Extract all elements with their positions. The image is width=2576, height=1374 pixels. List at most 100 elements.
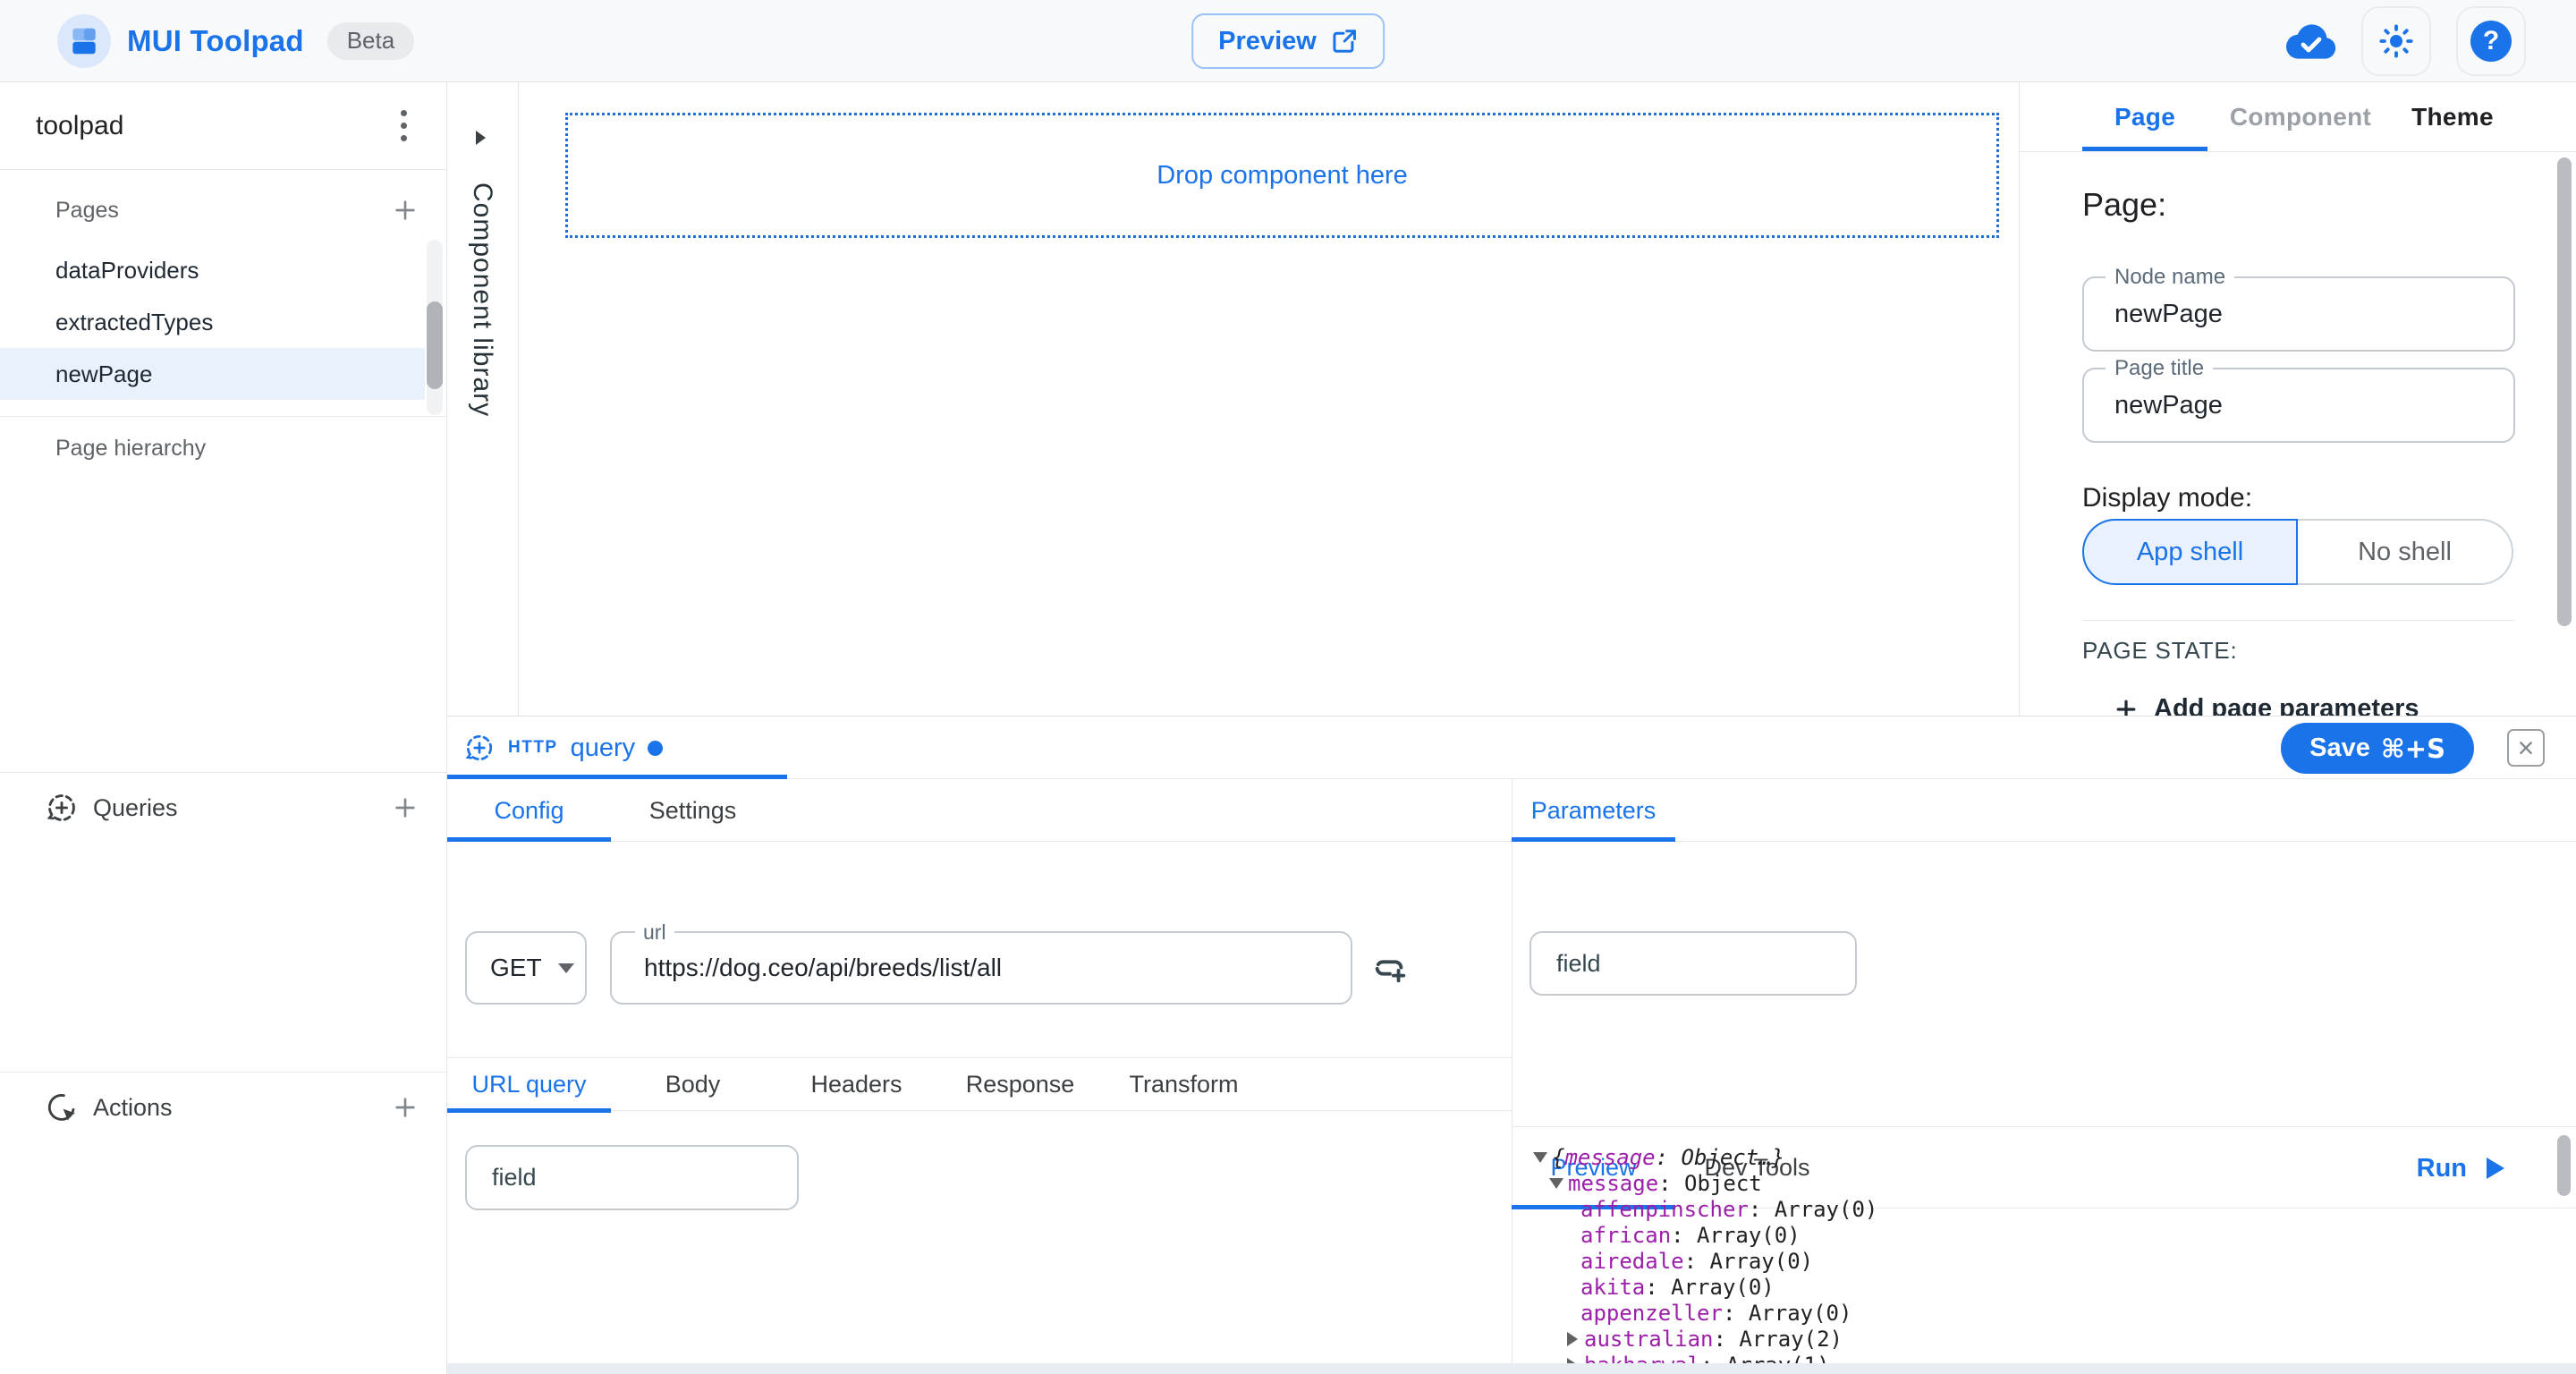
pages-scrollbar-thumb[interactable] <box>427 301 443 389</box>
preview-button[interactable]: Preview <box>1191 13 1385 69</box>
display-mode-toggle: App shell No shell <box>2082 519 2513 585</box>
http-query-icon <box>463 732 496 764</box>
active-parameters-tab-indicator <box>1512 837 1675 842</box>
tree-expanded-icon[interactable] <box>1529 1152 1552 1163</box>
url-field-value: https://dog.ceo/api/breeds/list/all <box>644 933 1002 1003</box>
json-tree-row[interactable]: airedale: Array(0) <box>1525 1248 2549 1274</box>
unsaved-indicator-dot <box>648 741 663 756</box>
tab-theme[interactable]: Theme <box>2399 103 2506 131</box>
json-tree-row[interactable]: appenzeller: Array(0) <box>1525 1300 2549 1326</box>
protocol-label: HTTP <box>508 738 558 758</box>
url-query-field-input[interactable]: field <box>465 1145 799 1210</box>
divider <box>0 772 446 773</box>
add-query-button[interactable] <box>386 788 425 827</box>
add-link-icon[interactable] <box>1368 947 1410 988</box>
url-query-field-value: field <box>492 1164 537 1192</box>
inspector-tab-bar: Page Component Theme <box>2020 82 2576 152</box>
inspector-scrollbar-thumb[interactable] <box>2557 157 2572 626</box>
tab-transform[interactable]: Transform <box>1102 1071 1266 1098</box>
project-row: toolpad <box>0 82 446 170</box>
url-field[interactable]: url https://dog.ceo/api/breeds/list/all <box>610 931 1352 1005</box>
json-tree-row[interactable]: australian: Array(2) <box>1525 1326 2549 1352</box>
preview-button-label: Preview <box>1218 27 1317 56</box>
json-tree-row[interactable]: {message: Object…} <box>1525 1144 2549 1170</box>
project-menu-button[interactable] <box>394 103 414 148</box>
tab-settings[interactable]: Settings <box>611 797 775 825</box>
json-tree-row[interactable]: message: Object <box>1525 1170 2549 1196</box>
query-tab[interactable]: HTTP query <box>447 717 690 779</box>
divider <box>0 416 446 417</box>
tab-parameters[interactable]: Parameters <box>1512 797 1675 825</box>
sidebar-item-extractedtypes[interactable]: extractedTypes <box>0 296 425 348</box>
app-shell-option[interactable]: App shell <box>2082 519 2298 585</box>
active-request-tab-indicator <box>447 1108 611 1113</box>
app-title: MUI Toolpad <box>127 24 304 58</box>
drop-target[interactable]: Drop component here <box>565 113 1999 238</box>
mui-toolpad-logo-icon <box>57 14 111 68</box>
request-tab-bar: URL query Body Headers Response Transfor… <box>447 1057 1512 1111</box>
tab-response[interactable]: Response <box>938 1071 1102 1098</box>
help-icon: ? <box>2470 21 2512 62</box>
actions-label: Actions <box>93 1094 173 1122</box>
page-canvas: Drop component here <box>520 82 2019 716</box>
query-config-column: Config Settings GET url https://dog.ceo/… <box>447 779 1512 1363</box>
tab-page[interactable]: Page <box>2082 103 2207 131</box>
json-tree-row[interactable]: african: Array(0) <box>1525 1222 2549 1248</box>
parameters-field-value: field <box>1556 950 1601 978</box>
active-tab-indicator <box>2082 147 2207 151</box>
tab-config[interactable]: Config <box>447 797 611 825</box>
sidebar-item-dataproviders[interactable]: dataProviders <box>0 244 425 296</box>
query-name: query <box>571 734 636 763</box>
node-name-field[interactable]: Node name newPage <box>2082 276 2515 352</box>
sidebar-item-newpage[interactable]: newPage <box>0 348 425 400</box>
explorer-sidebar: toolpad Pages dataProviders extractedTyp… <box>0 82 447 1374</box>
divider <box>2082 620 2515 621</box>
close-icon[interactable]: × <box>2507 729 2545 767</box>
http-method-value: GET <box>490 954 542 982</box>
component-library-strip[interactable]: Component library <box>447 82 519 716</box>
external-link-icon <box>1331 28 1358 55</box>
page-state-label: PAGE STATE: <box>2082 637 2238 665</box>
json-tree-row[interactable]: akita: Array(0) <box>1525 1274 2549 1300</box>
horizontal-scrollbar-track[interactable] <box>447 1363 2576 1374</box>
component-library-label: Component library <box>467 182 497 417</box>
page-heading: Page: <box>2082 186 2166 224</box>
help-button[interactable]: ? <box>2456 6 2526 76</box>
queries-icon <box>45 791 79 825</box>
tree-collapsed-icon[interactable] <box>1561 1332 1584 1346</box>
tab-url-query[interactable]: URL query <box>447 1071 611 1098</box>
json-result-tree: {message: Object…} message: Object affen… <box>1525 1144 2549 1374</box>
save-button[interactable]: Save ⌘+S <box>2281 723 2474 774</box>
theme-toggle-button[interactable] <box>2361 6 2431 76</box>
tab-headers[interactable]: Headers <box>775 1071 938 1098</box>
actions-icon <box>45 1090 79 1124</box>
inspector-panel: Page Component Theme Page: Node name new… <box>2019 82 2576 716</box>
add-page-button[interactable] <box>386 191 425 230</box>
node-name-value: newPage <box>2114 278 2223 350</box>
drop-target-label: Drop component here <box>1157 161 1408 191</box>
tab-body[interactable]: Body <box>611 1071 775 1098</box>
config-tab-bar: Config Settings <box>447 779 1512 842</box>
save-shortcut: ⌘+S <box>2381 734 2445 764</box>
queries-label: Queries <box>93 794 178 822</box>
beta-badge: Beta <box>327 22 415 60</box>
queries-section-header: Queries <box>0 779 446 836</box>
page-hierarchy-header: Page hierarchy <box>0 423 446 473</box>
json-tree-row[interactable]: affenpinscher: Array(0) <box>1525 1196 2549 1222</box>
http-method-select[interactable]: GET <box>465 931 587 1005</box>
no-shell-option[interactable]: No shell <box>2298 519 2513 585</box>
page-title-value: newPage <box>2114 369 2223 441</box>
actions-section-header: Actions <box>0 1079 446 1136</box>
tab-component[interactable]: Component <box>2220 103 2381 131</box>
parameters-field-input[interactable]: field <box>1530 931 1857 996</box>
query-tab-bar: HTTP query Save ⌘+S × <box>447 717 2576 779</box>
query-editor-panel: HTTP query Save ⌘+S × Config Settings GE… <box>447 716 2576 1374</box>
add-action-button[interactable] <box>386 1088 425 1127</box>
add-page-parameters-button[interactable]: Add page parameters <box>2113 694 2419 716</box>
pages-section-header: Pages <box>0 185 446 235</box>
tree-expanded-icon[interactable] <box>1545 1178 1568 1189</box>
parameters-tab-bar: Parameters <box>1512 779 2576 842</box>
result-scrollbar-thumb[interactable] <box>2557 1135 2571 1196</box>
expand-library-icon[interactable] <box>476 131 486 145</box>
page-title-field[interactable]: Page title newPage <box>2082 368 2515 443</box>
